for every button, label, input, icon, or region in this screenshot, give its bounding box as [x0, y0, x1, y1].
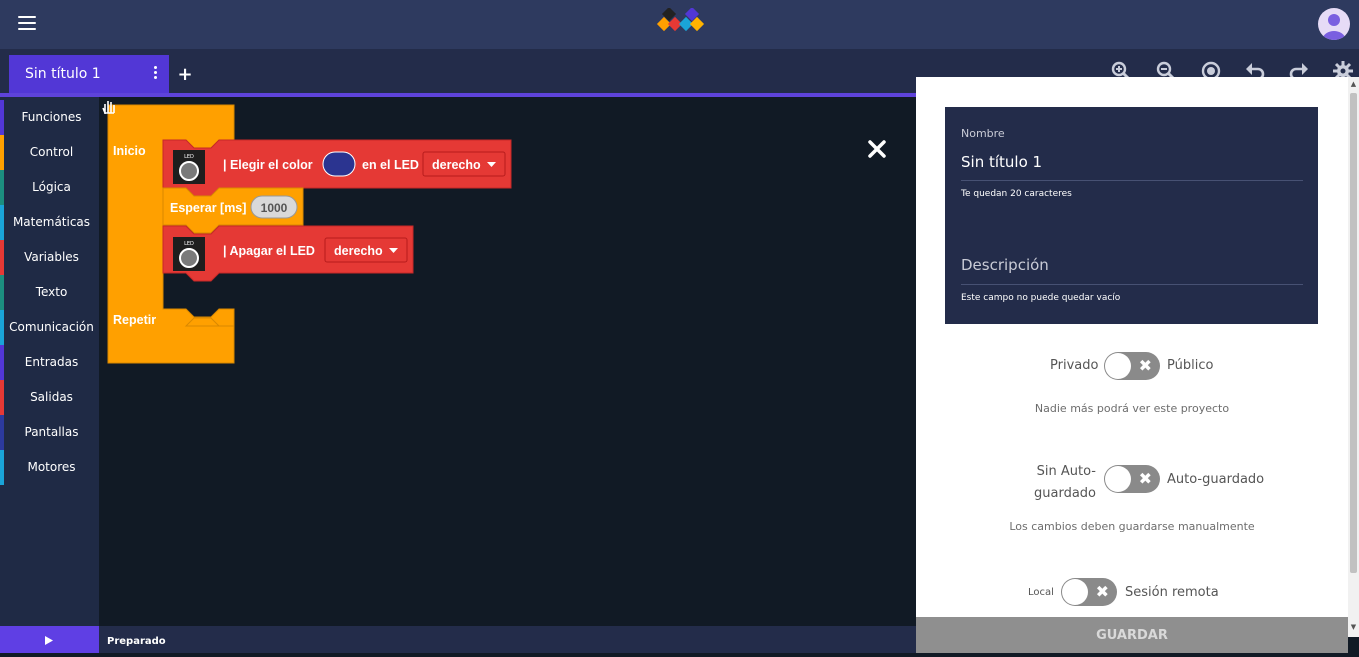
description-hint: Este campo no puede quedar vacío: [961, 293, 1121, 303]
tab-project[interactable]: Sin título 1: [9, 55, 169, 93]
category-funciones[interactable]: Funciones: [0, 100, 99, 135]
tab-label: Sin título 1: [25, 66, 101, 82]
led-color-block[interactable]: LED | Elegir el color en el LED derecho: [162, 139, 512, 197]
autosave-toggle-row: Sin Auto-guardado ✖ Auto-guardado: [916, 457, 1348, 501]
privacy-toggle-row: Privado ✖ Público: [916, 352, 1348, 382]
svg-text:LED: LED: [184, 241, 194, 247]
name-hint: Te quedan 20 caracteres: [961, 189, 1072, 199]
category-control[interactable]: Control: [0, 135, 99, 170]
scrollbar-thumb[interactable]: [1350, 93, 1357, 573]
autosave-toggle[interactable]: ✖: [1104, 465, 1160, 493]
close-icon[interactable]: [866, 138, 888, 160]
color-picker-swatch[interactable]: [322, 151, 356, 177]
privacy-toggle[interactable]: ✖: [1104, 352, 1160, 380]
hamburger-icon[interactable]: [18, 16, 36, 30]
panel-scrollbar[interactable]: ▲ ▼: [1348, 77, 1359, 637]
category-motores[interactable]: Motores: [0, 450, 99, 485]
category-variables[interactable]: Variables: [0, 240, 99, 275]
category-pantallas[interactable]: Pantallas: [0, 415, 99, 450]
tab-menu-icon[interactable]: [152, 66, 158, 82]
autosave-right-label: Auto-guardado: [1167, 472, 1265, 487]
block-text-apagar-led: | Apagar el LED: [223, 244, 315, 258]
block-label-repetir: Repetir: [113, 313, 156, 327]
project-info-card: Nombre Sin título 1 Te quedan 20 caracte…: [945, 107, 1318, 324]
block-text-esperar: Esperar [ms]: [170, 201, 246, 215]
user-avatar-icon[interactable]: [1318, 8, 1350, 40]
app-logo: [656, 8, 705, 32]
status-bar: Preparado: [99, 626, 916, 653]
block-label-inicio: Inicio: [113, 144, 146, 158]
category-logica[interactable]: Lógica: [0, 170, 99, 205]
dropdown-value: derecho: [432, 158, 481, 172]
play-icon: [45, 636, 53, 645]
category-salidas[interactable]: Salidas: [0, 380, 99, 415]
scroll-down-icon[interactable]: ▼: [1349, 623, 1358, 631]
save-button[interactable]: GUARDAR: [916, 617, 1348, 653]
category-matematicas[interactable]: Matemáticas: [0, 205, 99, 240]
scroll-up-icon[interactable]: ▲: [1349, 80, 1358, 88]
block-program[interactable]: Inicio Repetir LED | Elegir el color en …: [99, 97, 916, 626]
category-comunicacion[interactable]: Comunicación: [0, 310, 99, 345]
project-name-field[interactable]: Sin título 1: [961, 153, 1303, 181]
session-right-label: Sesión remota: [1125, 585, 1219, 600]
privacy-note: Nadie más podrá ver este proyecto: [1034, 402, 1230, 415]
status-text: Preparado: [107, 636, 166, 647]
session-toggle-row: Local ✖ Sesión remota: [916, 578, 1348, 608]
block-text-elegir-color: | Elegir el color: [223, 158, 313, 172]
category-texto[interactable]: Texto: [0, 275, 99, 310]
svg-text:LED: LED: [184, 154, 194, 160]
block-text-en-el-led: en el LED: [362, 158, 419, 172]
wait-value: 1000: [261, 201, 288, 215]
led-off-block[interactable]: LED | Apagar el LED derecho: [162, 225, 414, 282]
autosave-left-label: Sin Auto-guardado: [1034, 464, 1096, 501]
session-toggle[interactable]: ✖: [1061, 578, 1117, 606]
name-label: Nombre: [961, 127, 1005, 140]
category-sidebar: Funciones Control Lógica Matemáticas Var…: [0, 97, 99, 626]
category-entradas[interactable]: Entradas: [0, 345, 99, 380]
session-left-label: Local: [1028, 587, 1054, 598]
privacy-left-label: Privado: [1050, 358, 1099, 373]
privacy-right-label: Público: [1167, 358, 1214, 373]
project-description-field[interactable]: Descripción: [961, 256, 1303, 285]
autosave-note: Los cambios deben guardarse manualmente: [1009, 520, 1255, 533]
project-info-panel: Nombre Sin título 1 Te quedan 20 caracte…: [916, 77, 1348, 653]
add-tab-icon[interactable]: +: [177, 63, 193, 87]
blocks-workspace[interactable]: Inicio Repetir LED | Elegir el color en …: [99, 97, 916, 626]
top-bar: [0, 0, 1359, 49]
hand-cursor-icon: [102, 101, 115, 114]
dropdown-value: derecho: [334, 244, 383, 258]
run-button[interactable]: [0, 626, 99, 653]
